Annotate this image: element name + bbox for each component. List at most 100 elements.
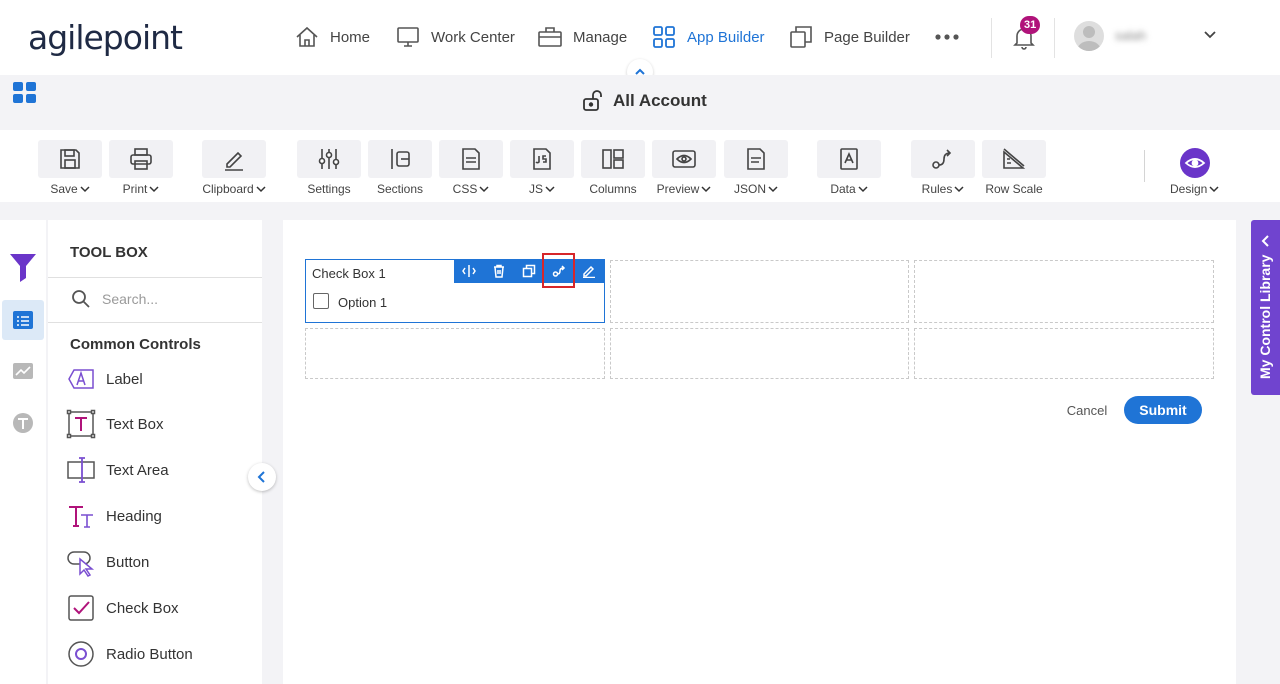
toolbox-item-heading[interactable]: Heading: [66, 500, 162, 532]
chevron-down-icon: [149, 186, 159, 193]
design-mode-button[interactable]: Design: [1170, 148, 1219, 196]
toolbar-sections-button[interactable]: Sections: [368, 140, 432, 196]
toolbox-item-button-text: Button: [106, 553, 150, 571]
textarea-icon: [67, 457, 95, 483]
move-control-button[interactable]: [454, 259, 484, 283]
toolbox-item-check-box[interactable]: Check Box: [66, 592, 179, 624]
toolbox-item-radio-button-text: Radio Button: [106, 645, 193, 663]
toolbar-preview-label: Preview: [656, 182, 700, 196]
toolbar-clipboard-button[interactable]: Clipboard: [202, 140, 266, 196]
duplicate-icon: [522, 264, 536, 278]
nav-home[interactable]: Home: [294, 22, 370, 52]
heading-icon: [69, 506, 93, 528]
toolbox-panel: TOOL BOX Common Controls Label Text Box …: [48, 220, 262, 684]
unlock-icon[interactable]: [581, 89, 605, 113]
edit-control-button[interactable]: [574, 259, 604, 283]
toolbox-section-title: Common Controls: [70, 336, 201, 353]
form-cell[interactable]: [914, 328, 1214, 379]
chevron-down-icon: [479, 186, 489, 193]
form-cell[interactable]: [610, 328, 909, 379]
rail-themes-button[interactable]: [2, 403, 44, 443]
form-cell[interactable]: [610, 260, 909, 323]
option-checkbox[interactable]: [313, 293, 329, 309]
delete-icon: [494, 264, 504, 278]
toolbar-row-scale-label: Row Scale: [985, 182, 1043, 196]
toolbar-preview-button[interactable]: Preview: [652, 140, 716, 196]
checkbox-option-label: Option 1: [338, 295, 388, 310]
toolbar-css-label: CSS: [452, 182, 478, 196]
rail-filter-button[interactable]: [2, 247, 44, 287]
toolbar-settings-button[interactable]: Settings: [297, 140, 361, 196]
avatar[interactable]: [1074, 21, 1104, 51]
form-cell[interactable]: [914, 260, 1214, 323]
toolbox-item-text-box[interactable]: Text Box: [66, 408, 164, 440]
toolbar-clipboard-label: Clipboard: [202, 182, 254, 196]
duplicate-control-button[interactable]: [514, 259, 544, 283]
funnel-icon: [10, 254, 36, 282]
delete-control-button[interactable]: [484, 259, 514, 283]
nav-page-builder[interactable]: Page Builder: [788, 22, 910, 52]
nav-manage[interactable]: Manage: [537, 22, 627, 52]
toolbox-item-heading-text: Heading: [106, 507, 162, 525]
toolbox-item-text-area[interactable]: Text Area: [66, 454, 169, 486]
nav-page-builder-label: Page Builder: [824, 28, 910, 46]
submit-button[interactable]: Submit: [1124, 396, 1202, 424]
toolbar-rules-button[interactable]: Rules: [911, 140, 975, 196]
toolbox-item-check-box-text: Check Box: [106, 599, 179, 617]
toolbar-row-scale-button[interactable]: Row Scale: [982, 140, 1046, 196]
toolbar-save-button[interactable]: Save: [38, 140, 102, 196]
toolbar-js-button[interactable]: JS: [510, 140, 574, 196]
form-cell[interactable]: [305, 328, 605, 379]
chevron-down-icon: [701, 186, 711, 193]
collapse-toolbox-button[interactable]: [248, 463, 276, 491]
nav-work-center[interactable]: Work Center: [395, 22, 515, 52]
toolbox-item-button[interactable]: Button: [66, 546, 149, 578]
design-mode-label: Design: [1170, 182, 1208, 196]
divider: [48, 277, 262, 278]
notification-badge: 31: [1020, 16, 1041, 34]
rail-form-controls-button[interactable]: [2, 300, 44, 340]
apps-grid-icon[interactable]: [13, 82, 37, 104]
toolbox-item-label-text: Label: [106, 370, 143, 388]
toolbox-item-label[interactable]: Label: [66, 363, 143, 395]
my-control-library-label: My Control Library: [1257, 254, 1273, 379]
search-input[interactable]: [102, 288, 252, 310]
pencil-icon: [225, 151, 243, 171]
eye-icon: [672, 150, 696, 168]
toolbox-item-radio-button[interactable]: Radio Button: [66, 638, 193, 670]
chevron-down-icon: [80, 186, 90, 193]
button-icon: [67, 551, 95, 577]
label-icon: [68, 369, 94, 389]
checkbox-icon: [68, 595, 94, 621]
form-list-icon: [13, 311, 33, 329]
toolbar-js-label: JS: [528, 182, 543, 196]
cancel-button[interactable]: Cancel: [1058, 397, 1116, 423]
radio-icon: [68, 641, 94, 667]
toolbar-print-button[interactable]: Print: [109, 140, 173, 196]
toolbar-columns-button[interactable]: Columns: [581, 140, 645, 196]
toolbar-css-button[interactable]: CSS: [439, 140, 503, 196]
toolbar-json-button[interactable]: JSON: [724, 140, 788, 196]
toolbar-divider: [1144, 150, 1145, 182]
data-icon: [840, 148, 858, 170]
more-dots-icon: [935, 34, 959, 40]
nav-app-builder-label: App Builder: [687, 28, 765, 46]
agilepoint-logo[interactable]: agilepoint: [28, 18, 183, 57]
user-name[interactable]: salah: [1115, 28, 1146, 43]
eye-icon: [1184, 158, 1206, 168]
chevron-down-icon: [545, 186, 555, 193]
ruler-icon: [1003, 148, 1026, 169]
rules-button-highlight: [542, 253, 575, 288]
rail-reports-button[interactable]: [2, 352, 44, 392]
edit-icon: [583, 265, 595, 278]
nav-home-label: Home: [330, 28, 371, 46]
grid-icon: [653, 26, 675, 48]
nav-work-center-label: Work Center: [431, 28, 515, 46]
toolbar-sections-label: Sections: [376, 182, 424, 196]
toolbar-columns-label: Columns: [589, 182, 637, 196]
toolbar-data-button[interactable]: Data: [817, 140, 881, 196]
chevron-down-icon[interactable]: [1203, 28, 1217, 42]
nav-app-builder[interactable]: App Builder: [651, 22, 765, 52]
nav-more-button[interactable]: [934, 22, 960, 52]
toolbar-data-label: Data: [830, 182, 856, 196]
